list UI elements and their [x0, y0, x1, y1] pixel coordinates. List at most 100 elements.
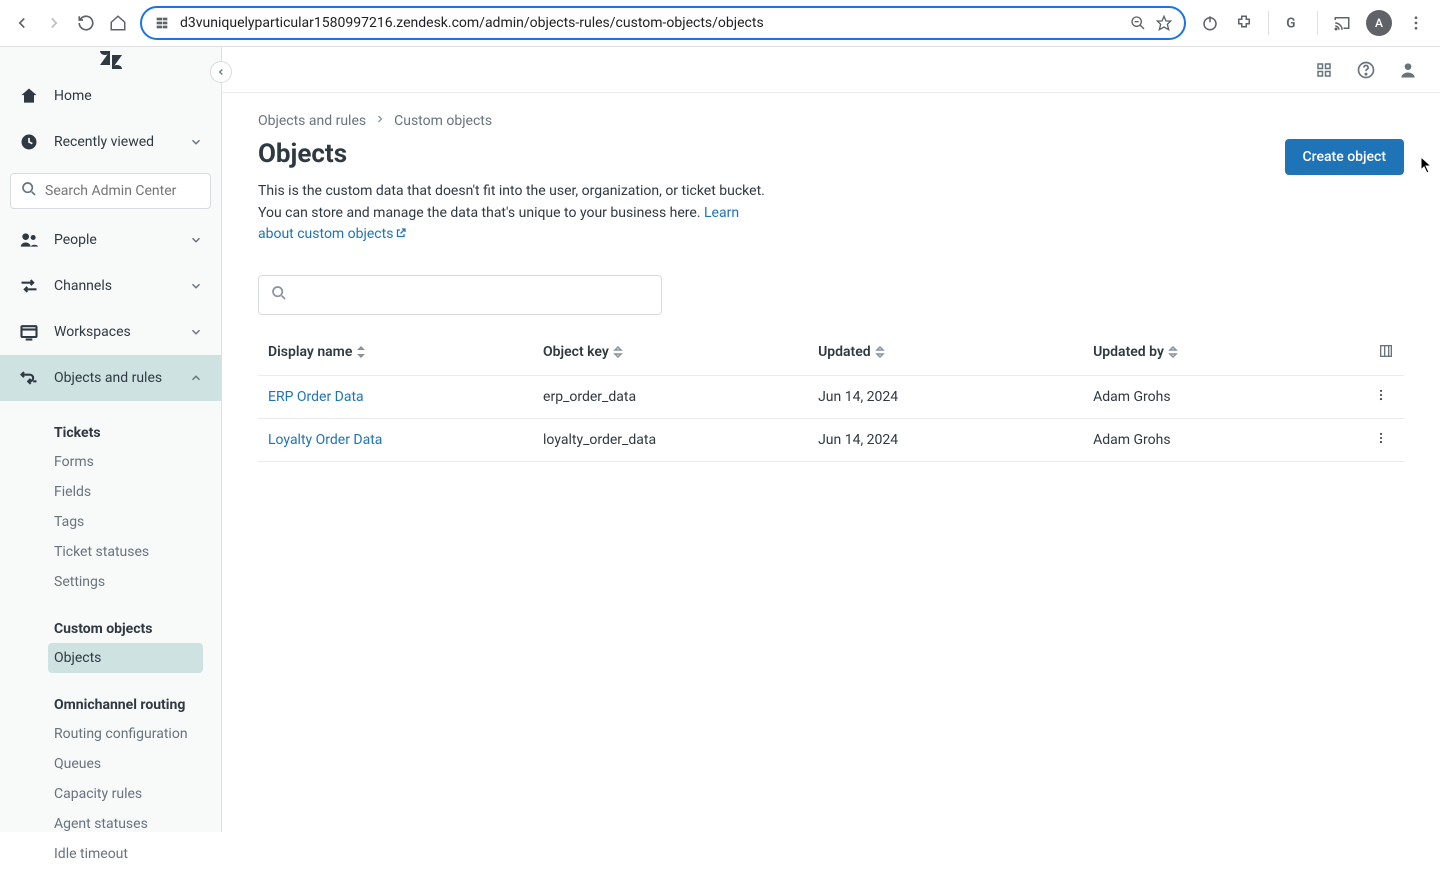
sub-item-settings[interactable]: Settings: [48, 567, 203, 597]
sub-item-tags[interactable]: Tags: [48, 507, 203, 537]
user-icon[interactable]: [1398, 60, 1418, 80]
page: Objects and rules Custom objects Objects…: [222, 93, 1440, 482]
chevron-right-icon: [374, 113, 386, 129]
sub-item-ticket-statuses[interactable]: Ticket statuses: [48, 537, 203, 567]
desc-line2: You can store and manage the data that's…: [258, 205, 704, 221]
separator: [1268, 11, 1269, 35]
col-updated-label: Updated: [818, 344, 871, 360]
svg-text:G: G: [1286, 16, 1295, 32]
cell-display-name[interactable]: Loyalty Order Data: [258, 419, 533, 462]
separator: [1317, 11, 1318, 35]
chevron-down-icon: [189, 135, 203, 149]
power-icon[interactable]: [1200, 13, 1220, 33]
browser-nav: [8, 13, 132, 33]
col-object-key[interactable]: Object key: [533, 331, 808, 376]
sub-item-forms[interactable]: Forms: [48, 447, 203, 477]
sidebar: Home Recently viewed People Channels Wor: [0, 47, 222, 832]
page-description: This is the custom data that doesn't fit…: [258, 181, 778, 247]
browser-menu-icon[interactable]: [1406, 13, 1426, 33]
browser-right: G A: [1194, 10, 1432, 36]
zendesk-logo-icon: [98, 47, 124, 73]
sub-nav: Tickets Forms Fields Tags Ticket statuse…: [0, 401, 221, 869]
chevron-down-icon: [189, 233, 203, 247]
nav-home[interactable]: Home: [0, 73, 221, 119]
sidebar-search[interactable]: [10, 173, 211, 209]
col-updated[interactable]: Updated: [808, 331, 1083, 376]
nav-people-label: People: [54, 232, 175, 248]
sub-item-fields[interactable]: Fields: [48, 477, 203, 507]
search-icon: [271, 285, 287, 305]
breadcrumb-objects-rules[interactable]: Objects and rules: [258, 113, 366, 129]
sub-item-queues[interactable]: Queues: [48, 749, 203, 779]
chevron-up-icon: [189, 371, 203, 385]
workspaces-icon: [18, 321, 40, 343]
sub-item-idle-timeout[interactable]: Idle timeout: [48, 839, 203, 869]
nav-recently-viewed[interactable]: Recently viewed: [0, 119, 221, 165]
cell-object-key: erp_order_data: [533, 376, 808, 419]
logo[interactable]: [0, 47, 221, 73]
row-menu-button[interactable]: [1358, 376, 1404, 419]
forward-icon: [44, 13, 64, 33]
col-display-name[interactable]: Display name: [258, 331, 533, 376]
col-object-key-label: Object key: [543, 344, 609, 360]
columns-icon: [1378, 347, 1394, 363]
table-search[interactable]: [258, 275, 662, 315]
nav-channels[interactable]: Channels: [0, 263, 221, 309]
search-icon: [21, 181, 37, 201]
table-search-input[interactable]: [295, 287, 649, 303]
browser-home-icon[interactable]: [108, 13, 128, 33]
nav-home-label: Home: [54, 88, 203, 104]
sub-item-capacity-rules[interactable]: Capacity rules: [48, 779, 203, 809]
sort-icon: [356, 346, 366, 362]
sort-icon: [1168, 346, 1178, 362]
nav-workspaces[interactable]: Workspaces: [0, 309, 221, 355]
col-updated-by-label: Updated by: [1093, 344, 1164, 360]
objects-table: Display name Object key Updated Updated …: [258, 331, 1404, 462]
row-menu-button[interactable]: [1358, 419, 1404, 462]
nav-objects-label: Objects and rules: [54, 370, 175, 386]
browser-chrome: d3vuniquelyparticular1580997216.zendesk.…: [0, 0, 1440, 47]
home-icon: [18, 85, 40, 107]
help-icon[interactable]: [1356, 60, 1376, 80]
breadcrumb: Objects and rules Custom objects: [258, 113, 1404, 129]
table-row[interactable]: Loyalty Order Data loyalty_order_data Ju…: [258, 419, 1404, 462]
zoom-icon[interactable]: [1130, 15, 1146, 31]
objects-icon: [18, 367, 40, 389]
cell-updated: Jun 14, 2024: [808, 376, 1083, 419]
extensions-icon[interactable]: [1234, 13, 1254, 33]
site-info-icon[interactable]: [154, 15, 170, 31]
collapse-sidebar-button[interactable]: [210, 61, 232, 83]
cast-icon[interactable]: [1332, 13, 1352, 33]
nav-recent-label: Recently viewed: [54, 134, 175, 150]
reload-icon[interactable]: [76, 13, 96, 33]
table-row[interactable]: ERP Order Data erp_order_data Jun 14, 20…: [258, 376, 1404, 419]
channels-icon: [18, 275, 40, 297]
col-settings[interactable]: [1358, 331, 1404, 376]
sub-heading-custom-objects: Custom objects: [54, 611, 203, 643]
col-updated-by[interactable]: Updated by: [1083, 331, 1358, 376]
google-icon[interactable]: G: [1283, 13, 1303, 33]
topbar: [222, 47, 1440, 93]
sidebar-search-input[interactable]: [45, 183, 223, 199]
page-title: Objects: [258, 139, 347, 169]
cell-display-name[interactable]: ERP Order Data: [258, 376, 533, 419]
cell-updated-by: Adam Grohs: [1083, 376, 1358, 419]
breadcrumb-custom-objects[interactable]: Custom objects: [394, 113, 492, 129]
nav-channels-label: Channels: [54, 278, 175, 294]
nav-objects-rules[interactable]: Objects and rules: [0, 355, 221, 401]
back-icon[interactable]: [12, 13, 32, 33]
nav-workspaces-label: Workspaces: [54, 324, 175, 340]
profile-avatar[interactable]: A: [1366, 10, 1392, 36]
clock-icon: [18, 131, 40, 153]
sub-item-objects[interactable]: Objects: [48, 643, 203, 673]
create-object-button[interactable]: Create object: [1285, 139, 1404, 175]
nav-people[interactable]: People: [0, 217, 221, 263]
sort-icon: [613, 346, 623, 362]
external-link-icon: [395, 225, 407, 247]
chevron-down-icon: [189, 325, 203, 339]
url-bar[interactable]: d3vuniquelyparticular1580997216.zendesk.…: [140, 6, 1186, 40]
sub-item-agent-statuses[interactable]: Agent statuses: [48, 809, 203, 839]
sub-item-routing-config[interactable]: Routing configuration: [48, 719, 203, 749]
apps-icon[interactable]: [1314, 60, 1334, 80]
bookmark-icon[interactable]: [1156, 15, 1172, 31]
